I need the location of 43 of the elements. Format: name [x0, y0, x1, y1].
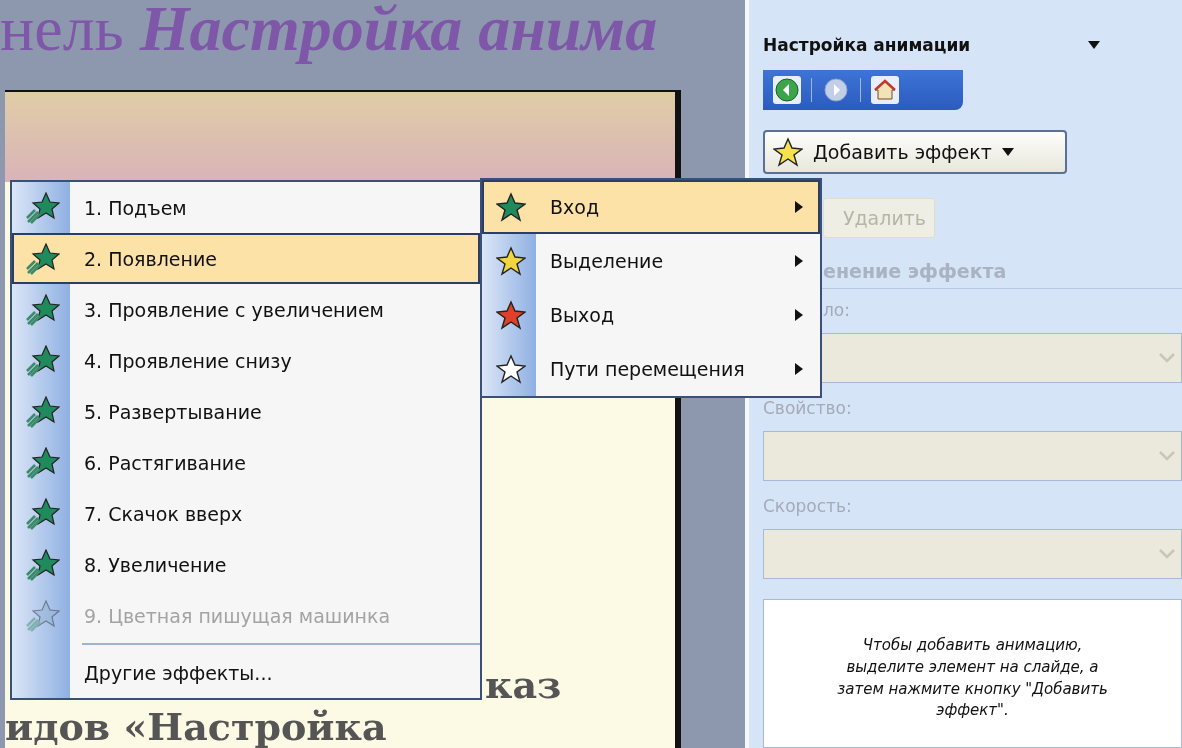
shooting-star-icon — [26, 446, 60, 479]
menu-item[interactable]: 7. Скачок вверх — [13, 489, 479, 538]
menu-item[interactable]: Выделение — [483, 235, 819, 287]
slide-title: нель Настройка анима — [0, 0, 658, 65]
caret-icon — [1001, 148, 1014, 156]
menu-item[interactable]: 6. Растягивание — [13, 438, 479, 487]
submenu-arrow-icon — [794, 254, 804, 268]
submenu-arrow-icon — [794, 362, 804, 376]
menu-item[interactable]: 1. Подъем — [13, 183, 479, 232]
field-label: ло: — [823, 299, 851, 322]
back-icon[interactable] — [775, 78, 799, 102]
shooting-star-icon — [26, 293, 60, 326]
shooting-star-icon — [26, 344, 60, 377]
menu-item[interactable]: Выход — [483, 289, 819, 341]
shooting-star-icon — [26, 242, 60, 275]
field-label: Свойство: — [763, 397, 853, 420]
submenu-arrow-icon — [794, 200, 804, 214]
field-label: Скорость: — [763, 495, 853, 518]
shooting-star-icon — [26, 497, 60, 530]
menu-item[interactable]: 4. Проявление снизу — [13, 336, 479, 385]
pane-menu-caret-icon[interactable] — [1088, 41, 1101, 49]
menu-item[interactable]: Вход — [482, 180, 820, 234]
shooting-star-icon — [26, 191, 60, 224]
star-icon — [773, 137, 803, 167]
shooting-star-icon — [26, 395, 60, 428]
hint-text: Чтобы добавить анимацию, выделите элемент на слайде, а затем нажмите кнопку "Добавить эффект". — [836, 635, 1109, 722]
dropdown-field[interactable] — [763, 431, 1182, 481]
submenu-arrow-icon — [794, 308, 804, 322]
menu-item[interactable]: 8. Увеличение — [13, 540, 479, 589]
menu-item[interactable]: Пути перемещения — [483, 343, 819, 395]
menu-item[interactable]: 2. Появление — [12, 233, 480, 284]
shooting-star-icon — [26, 599, 60, 632]
menu-item[interactable]: 3. Проявление с увеличением — [13, 285, 479, 334]
slide-text: идов «Настройка — [5, 706, 387, 748]
forward-icon[interactable] — [824, 78, 848, 102]
menu-item[interactable]: Другие эффекты... — [13, 648, 479, 697]
pane-title: Настройка анимации — [763, 35, 971, 55]
menu-item[interactable]: 5. Развертывание — [13, 387, 479, 436]
dropdown-field[interactable] — [763, 529, 1182, 579]
home-icon[interactable] — [873, 78, 897, 102]
shooting-star-icon — [26, 548, 60, 581]
add-effect-button[interactable]: Добавить эффект — [763, 130, 1067, 174]
slide-text: каз — [485, 664, 562, 707]
